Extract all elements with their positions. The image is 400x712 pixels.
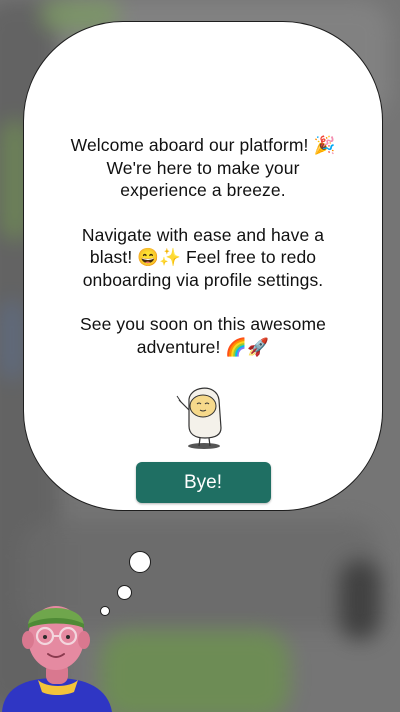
message-line: We're here to make your	[106, 157, 300, 178]
map-blur-region	[0, 300, 24, 380]
map-blur-region	[340, 560, 380, 640]
message-line: Welcome aboard our platform! 🎉	[70, 135, 336, 155]
message-line: blast! 😄✨ Feel free to redo	[89, 247, 317, 267]
thought-dot	[129, 551, 151, 573]
bye-button[interactable]: Bye!	[135, 462, 271, 503]
thought-dot	[117, 585, 132, 600]
user-avatar-3d	[2, 606, 112, 712]
map-blur-region	[100, 630, 290, 712]
farewell-message: Welcome aboard our platform! 🎉 We're her…	[71, 134, 336, 358]
message-line: onboarding via profile settings.	[82, 269, 324, 290]
onboarding-farewell-bubble: Welcome aboard our platform! 🎉 We're her…	[23, 21, 383, 511]
message-paragraph: Welcome aboard our platform! 🎉 We're her…	[71, 134, 336, 202]
message-line: See you soon on this awesome	[79, 314, 326, 334]
waving-mascot-icon	[176, 387, 222, 449]
message-line: adventure! 🌈🚀	[136, 336, 270, 357]
message-paragraph: See you soon on this awesome adventure! …	[71, 313, 336, 358]
message-paragraph: Navigate with ease and have a blast! 😄✨ …	[71, 224, 336, 292]
message-line: experience a breeze.	[120, 180, 286, 200]
message-line: Navigate with ease and have a	[81, 224, 325, 245]
